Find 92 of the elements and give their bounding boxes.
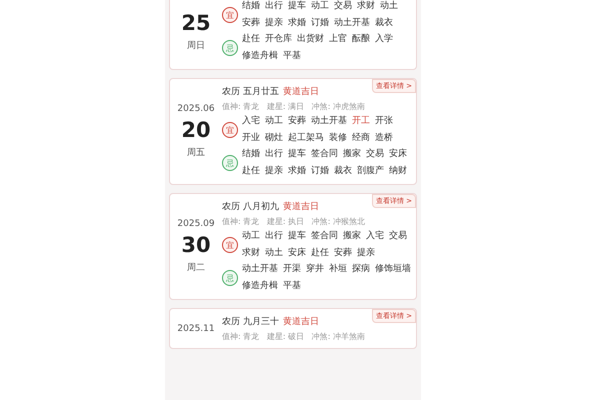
weekday: 周二: [187, 262, 205, 274]
year-month: 2025.11: [177, 324, 215, 334]
activity-item: 造桥: [375, 132, 393, 145]
activity-item: 求财: [357, 0, 375, 13]
activity-item: 经商: [352, 132, 370, 145]
activity-item: 穿井: [306, 263, 324, 276]
activity-item: 开业: [242, 132, 260, 145]
activity-item: 安床: [288, 247, 306, 260]
activity-item: 入宅: [366, 230, 384, 243]
year-month: 2025.09: [177, 219, 215, 229]
activity-item: 交易: [366, 148, 384, 161]
day-number: 25: [181, 11, 211, 35]
auspicious-tag: 黄道吉日: [282, 315, 319, 328]
activity-item: 结婚: [242, 148, 260, 161]
activity-item: 出货财: [297, 33, 324, 46]
activity-item: 交易: [389, 230, 407, 243]
activity-item: 动土开基: [242, 263, 278, 276]
activity-item: 提车: [288, 230, 306, 243]
activity-item: 求婚: [288, 17, 306, 30]
activity-item: 修饰垣墙: [375, 263, 411, 276]
activity-item: 装修: [329, 132, 347, 145]
auspicious-tag: 黄道吉日: [282, 200, 319, 213]
lunar-date: 农历 九月三十: [222, 316, 279, 328]
day-info: 值神: 青龙 建星: 执日 冲煞: 冲猴煞北: [222, 216, 366, 227]
activity-item: 动工: [311, 0, 329, 13]
activity-item: 修造舟楫: [242, 280, 278, 293]
suitable-mark: 宜: [222, 7, 238, 23]
activity-item: 交易: [334, 0, 352, 13]
activity-item: 开渠: [283, 263, 301, 276]
activity-item: 裁衣: [334, 165, 352, 178]
activity-item: 平基: [283, 280, 301, 293]
lunar-date: 农历 八月初九: [222, 200, 279, 213]
activity-item: 提亲: [357, 247, 375, 260]
weekday: 周五: [187, 147, 205, 159]
activity-item: 动土: [265, 247, 283, 260]
activity-item: 出行: [265, 230, 283, 243]
activity-item: 安葬: [334, 247, 352, 260]
activity-item: 入宅: [242, 115, 260, 128]
activity-item: 提亲: [265, 165, 283, 178]
activity-item: 修造舟楫: [242, 50, 278, 63]
activity-item: 提车: [288, 148, 306, 161]
activity-item: 安床: [389, 148, 407, 161]
activity-item: 订婚: [311, 165, 329, 178]
activity-item: 签合同: [311, 148, 338, 161]
activity-item: 提车: [288, 0, 306, 13]
activity-item: 动土开基: [311, 115, 347, 128]
day-number: 20: [181, 118, 211, 142]
avoid-mark: 忌: [222, 40, 238, 56]
weekday: 周日: [187, 40, 205, 52]
activity-item: 起工架马: [288, 132, 324, 145]
activity-item: 裁衣: [375, 17, 393, 30]
activity-item: 赴任: [242, 165, 260, 178]
lunar-date: 农历 五月廿五: [222, 86, 279, 98]
activity-item: 平基: [283, 50, 301, 63]
suitable-mark: 宜: [222, 122, 238, 138]
avoid-mark: 忌: [222, 270, 238, 286]
activity-item: 上官: [329, 33, 347, 46]
day-number: 30: [181, 233, 211, 257]
activity-item: 剖腹产: [357, 165, 384, 178]
activity-item: 安葬: [288, 115, 306, 128]
activity-item: 赴任: [242, 33, 260, 46]
activity-item: 补垣: [329, 263, 347, 276]
activity-item: 酝酿: [352, 33, 370, 46]
activity-item: 求婚: [288, 165, 306, 178]
activity-item: 入学: [375, 33, 393, 46]
activity-item: 动土开基: [334, 17, 370, 30]
day-info: 值神: 青龙 建星: 满日 冲煞: 冲虎煞南: [222, 101, 366, 112]
activity-item: 动工: [265, 115, 283, 128]
avoid-mark: 忌: [222, 155, 238, 171]
activity-item: 纳财: [389, 165, 407, 178]
day-info: 值神: 青龙 建星: 破日 冲煞: 冲羊煞南: [222, 331, 366, 342]
activity-item: 搬家: [343, 230, 361, 243]
activity-item: 开仓库: [265, 33, 292, 46]
activity-item: 开工: [352, 115, 370, 128]
year-month: 2025.06: [177, 104, 215, 114]
activity-item: 赴任: [311, 247, 329, 260]
activity-item: 开张: [375, 115, 393, 128]
activity-item: 订婚: [311, 17, 329, 30]
activity-item: 签合同: [311, 230, 338, 243]
suitable-mark: 宜: [222, 237, 238, 253]
activity-item: 搬家: [343, 148, 361, 161]
auspicious-tag: 黄道吉日: [282, 85, 319, 98]
activity-item: 安葬: [242, 17, 260, 30]
activity-item: 提亲: [265, 17, 283, 30]
activity-item: 结婚: [242, 0, 260, 13]
activity-item: 求财: [242, 247, 260, 260]
activity-item: 砌灶: [265, 132, 283, 145]
activity-item: 动土: [380, 0, 398, 13]
activity-item: 出行: [265, 0, 283, 13]
activity-item: 出行: [265, 148, 283, 161]
activity-item: 探病: [352, 263, 370, 276]
activity-item: 动工: [242, 230, 260, 243]
